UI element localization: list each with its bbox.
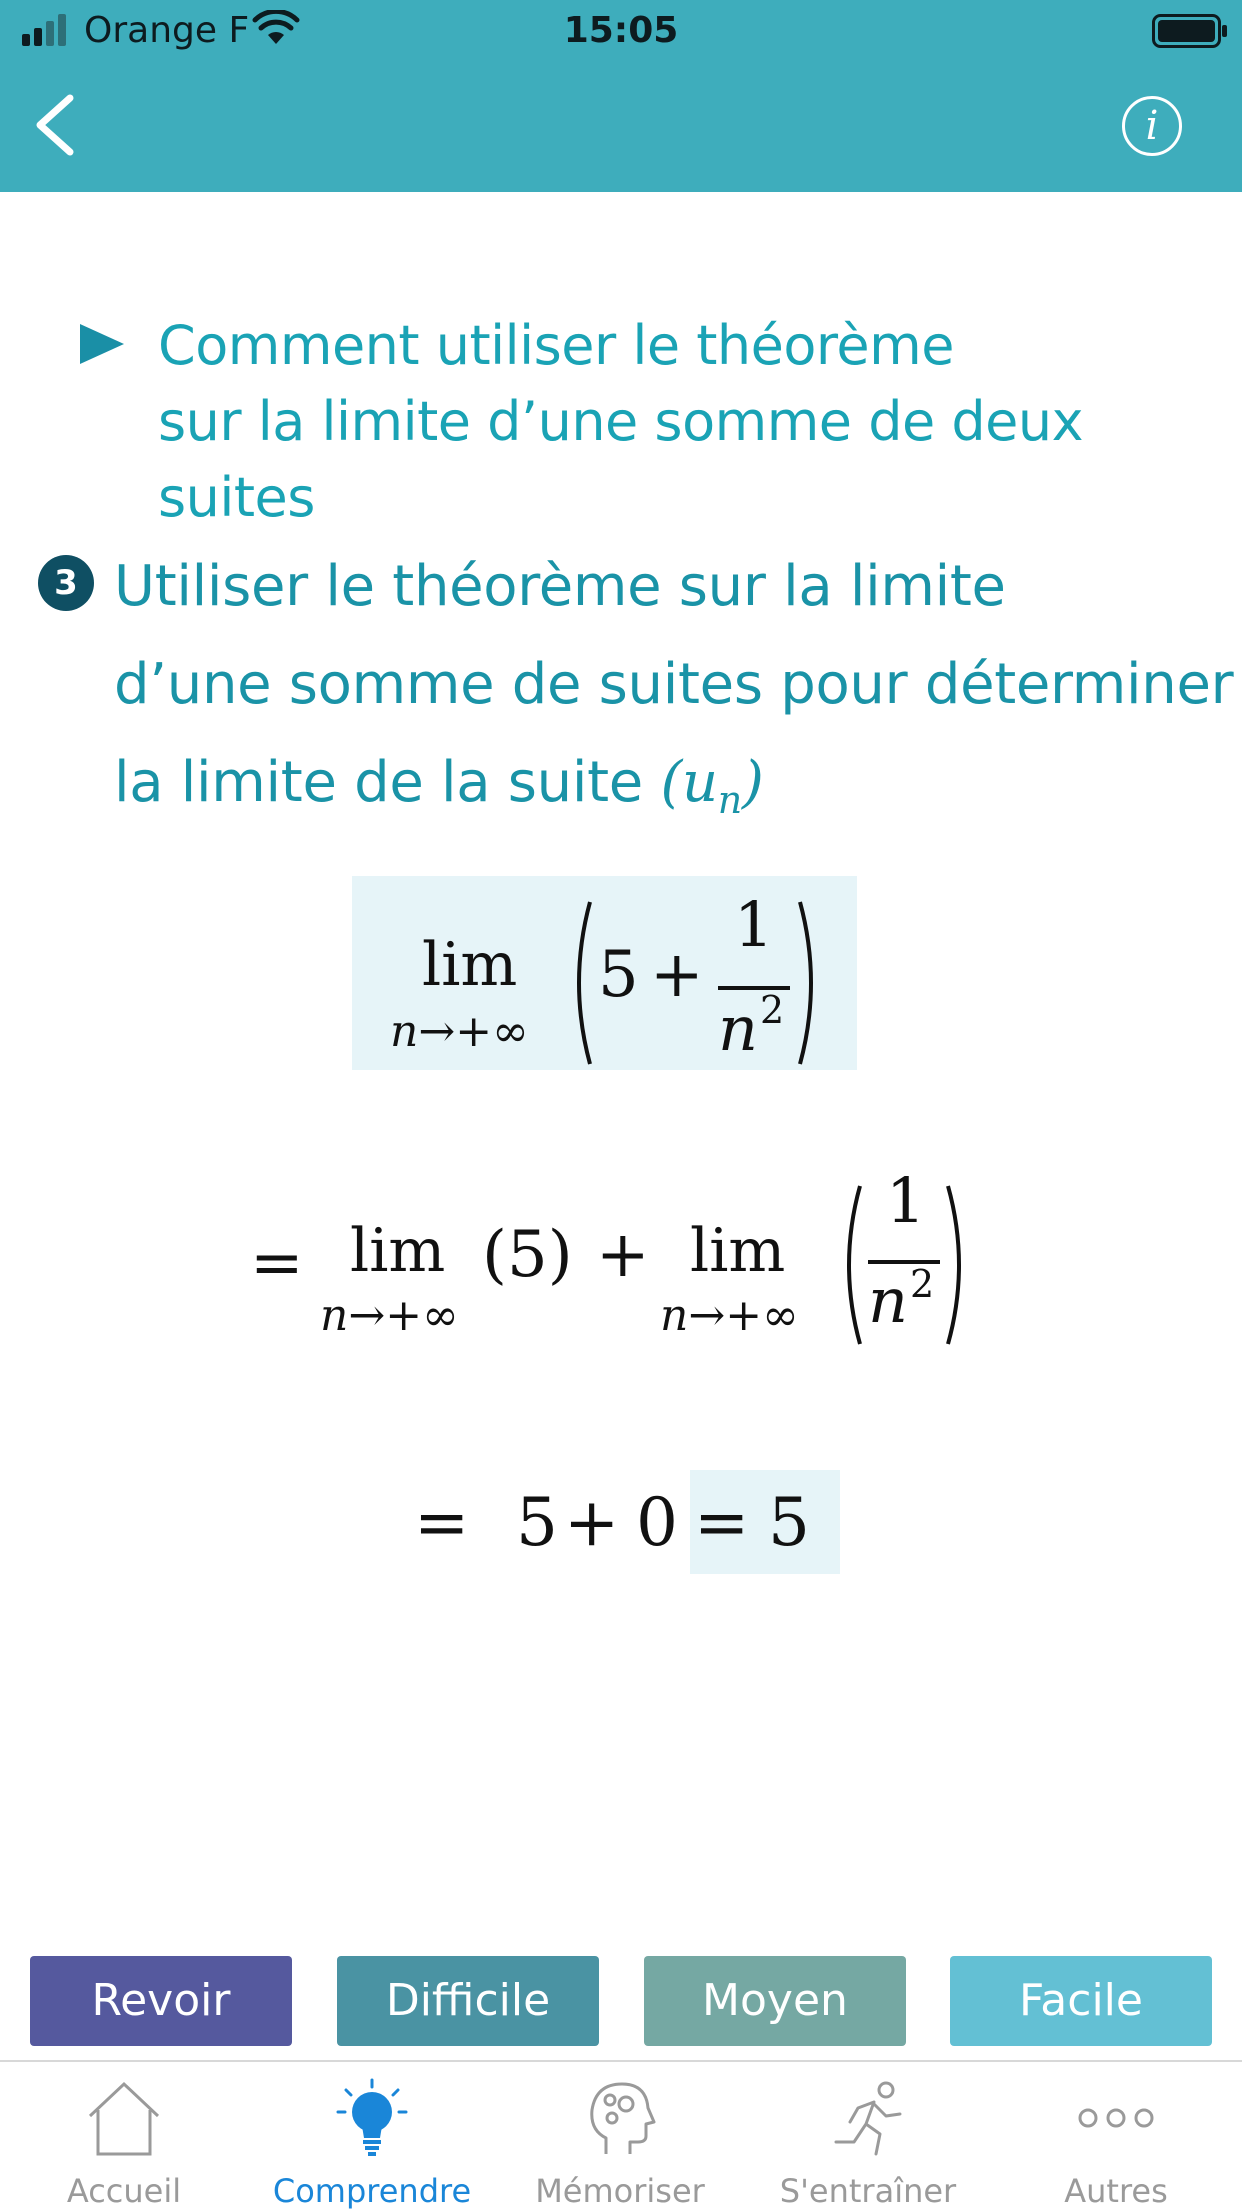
status-time: 15:05 (563, 10, 679, 51)
tab-autres[interactable]: Autres (992, 2062, 1240, 2210)
tab-label: S'entraîner (779, 2172, 957, 2210)
step-line-2: d’une somme de suites pour déterminer (114, 652, 1234, 717)
left-paren (577, 901, 592, 1065)
status-bar: Orange F 15:05 (0, 0, 1242, 60)
section-title-line-2: sur la limite d’une somme de deux suites (158, 390, 1084, 529)
top-bar: Orange F 15:05 i (0, 0, 1242, 192)
facile-button[interactable]: Facile (950, 1956, 1212, 2046)
step-number-badge: 3 (38, 555, 94, 611)
right-paren (798, 901, 813, 1065)
battery-icon (1152, 14, 1227, 48)
lim-label: lim (422, 930, 518, 1000)
tab-comprendre[interactable]: Comprendre (248, 2062, 496, 2210)
section-title-line-1: Comment utiliser le théorème (158, 314, 954, 377)
lim-subscript: n→+∞ (320, 1290, 459, 1341)
more-icon (1078, 2108, 1154, 2128)
tab-bar: Accueil Comprendre Mémoriser S'entraîner (0, 2060, 1242, 2210)
term-five: 5 (516, 1484, 558, 1561)
tab-label: Mémoriser (535, 2172, 705, 2210)
lightbulb-icon (336, 2078, 408, 2156)
plus-sign: + (564, 1484, 620, 1561)
revoir-button[interactable]: Revoir (30, 1956, 292, 2046)
runner-icon (834, 2081, 902, 2156)
formula-line-2: = lim n→+∞ (5) + lim n→+∞ 1 n 2 (250, 1160, 990, 1350)
fraction-denominator: n (718, 992, 758, 1065)
formula-line-3: = 5 + 0 = 5 (414, 1480, 834, 1570)
info-icon[interactable]: i (1122, 96, 1182, 156)
step-line-1: Utiliser le théorème sur la limite (114, 554, 1006, 619)
difficile-button[interactable]: Difficile (337, 1956, 599, 2046)
exponent: 2 (760, 988, 785, 1032)
tab-label: Comprendre (272, 2172, 472, 2210)
lim-subscript: n→+∞ (390, 1006, 529, 1057)
term-five: 5 (598, 938, 639, 1012)
exponent: 2 (910, 1262, 935, 1306)
plus-sign: + (596, 1218, 650, 1292)
tab-accueil[interactable]: Accueil (0, 2062, 248, 2210)
brain-icon (590, 2082, 656, 2154)
sequence-notation: (un) (660, 750, 764, 823)
moyen-button[interactable]: Moyen (644, 1956, 906, 2046)
step-line-3: la limite de la suite (un) (114, 750, 764, 823)
term-five-paren: (5) (482, 1218, 573, 1292)
fraction-denominator: n (868, 1264, 908, 1337)
left-paren (847, 1185, 862, 1345)
term-zero: 0 (636, 1484, 678, 1561)
step-text: Utiliser le théorème sur la limite d’une… (114, 538, 1234, 849)
equals-sign: = (250, 1226, 304, 1300)
tab-label: Autres (1064, 2172, 1168, 2210)
chevron-left-icon[interactable] (30, 92, 80, 158)
tab-memoriser[interactable]: Mémoriser (496, 2062, 744, 2210)
result-value: 5 (768, 1484, 810, 1561)
home-icon (88, 2081, 160, 2156)
play-triangle-icon (80, 324, 124, 364)
fraction-numerator: 1 (734, 888, 774, 961)
tab-sentrainer[interactable]: S'entraîner (744, 2062, 992, 2210)
section-title: Comment utiliser le théorème sur la limi… (158, 308, 1242, 536)
right-paren (946, 1185, 961, 1345)
lim-label: lim (690, 1216, 786, 1286)
formula-line-1: lim n→+∞ 5 + 1 n 2 (388, 888, 848, 1068)
fraction-numerator: 1 (886, 1164, 926, 1237)
lim-label: lim (350, 1216, 446, 1286)
lim-subscript: n→+∞ (660, 1290, 799, 1341)
equals-sign: = (694, 1484, 750, 1561)
equals-sign: = (414, 1484, 470, 1561)
tab-label: Accueil (66, 2172, 182, 2210)
plus-sign: + (650, 938, 704, 1012)
